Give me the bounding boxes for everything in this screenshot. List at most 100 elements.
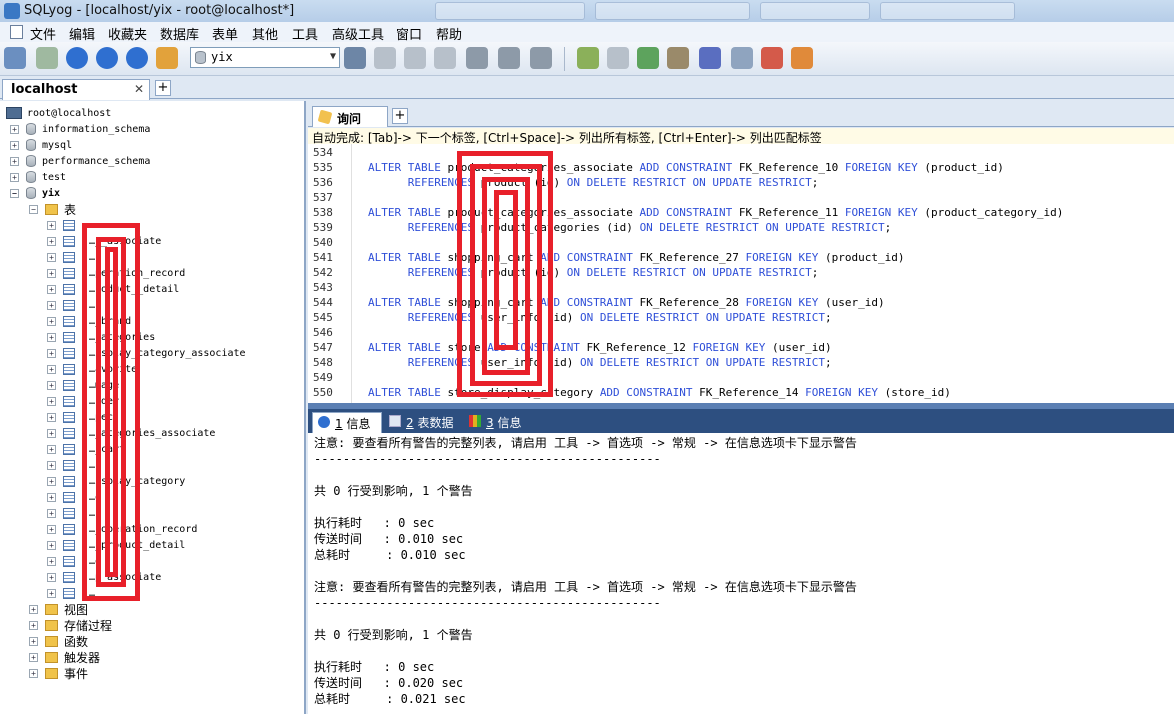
expand-icon[interactable]: + xyxy=(47,316,56,326)
expand-icon[interactable]: + xyxy=(47,460,56,470)
result-icon[interactable] xyxy=(577,47,599,69)
expand-icon[interactable]: + xyxy=(10,140,19,150)
data-sync-icon[interactable] xyxy=(699,47,721,69)
expand-icon[interactable]: + xyxy=(29,620,38,630)
tree-folder-triggers[interactable]: + 触发器 xyxy=(29,649,100,665)
tree-database[interactable]: + information_schema xyxy=(10,121,150,137)
user-manager-icon[interactable] xyxy=(344,47,366,69)
result-line: 总耗时 : 0.010 sec xyxy=(314,548,466,562)
expand-icon[interactable]: + xyxy=(47,508,56,518)
expand-icon[interactable]: + xyxy=(47,524,56,534)
add-connection-tab-button[interactable]: + xyxy=(155,80,171,96)
background-window-tab[interactable] xyxy=(880,2,1015,20)
menu-favorites[interactable]: 收藏夹 xyxy=(108,24,147,43)
new-connection-icon[interactable] xyxy=(4,47,26,69)
expand-icon[interactable]: + xyxy=(47,476,56,486)
expand-icon[interactable]: + xyxy=(47,572,56,582)
table-icon xyxy=(63,587,75,599)
connection-tab-localhost[interactable]: localhost ✕ xyxy=(2,79,150,100)
tree-database[interactable]: + mysql xyxy=(10,137,72,153)
expand-icon[interactable]: + xyxy=(47,396,56,406)
tree-folder-views[interactable]: + 视图 xyxy=(29,601,88,617)
background-window-tab[interactable] xyxy=(760,2,870,20)
create-table-icon[interactable] xyxy=(404,47,426,69)
table-icon xyxy=(63,459,75,471)
expand-icon[interactable]: + xyxy=(29,604,38,614)
menu-table[interactable]: 表单 xyxy=(212,24,238,43)
schema-designer-icon[interactable] xyxy=(761,47,783,69)
tab-query[interactable]: 询问 xyxy=(312,106,388,127)
chevron-down-icon: ▼ xyxy=(329,51,336,62)
tree-folder-functions[interactable]: + 函数 xyxy=(29,633,88,649)
expand-icon[interactable]: + xyxy=(47,252,56,262)
tab-messages-3[interactable]: 3 信息 xyxy=(464,412,528,433)
restore-icon[interactable] xyxy=(466,47,488,69)
background-window-tab[interactable] xyxy=(595,2,750,20)
expand-icon[interactable]: + xyxy=(47,444,56,454)
stop-icon[interactable] xyxy=(126,47,148,69)
expand-icon[interactable]: + xyxy=(47,268,56,278)
execute-all-icon[interactable] xyxy=(96,47,118,69)
collapse-icon[interactable]: − xyxy=(10,188,19,198)
export-icon[interactable] xyxy=(156,47,178,69)
create-database-icon[interactable] xyxy=(374,47,396,69)
collapse-icon[interactable]: − xyxy=(29,204,38,214)
expand-icon[interactable]: + xyxy=(47,236,56,246)
import-icon[interactable] xyxy=(607,47,629,69)
expand-icon[interactable]: + xyxy=(47,332,56,342)
tree-database[interactable]: + test xyxy=(10,169,66,185)
expand-icon[interactable]: + xyxy=(10,172,19,182)
tree-database-yix[interactable]: − yix xyxy=(10,185,60,201)
tree-table-item[interactable]: + …isplay_category_associate xyxy=(47,345,246,361)
grid-icon[interactable] xyxy=(498,47,520,69)
expand-icon[interactable]: + xyxy=(29,668,38,678)
job-agent-icon[interactable] xyxy=(791,47,813,69)
expand-icon[interactable]: + xyxy=(47,220,56,230)
menu-tools[interactable]: 工具 xyxy=(292,24,318,43)
add-query-tab-button[interactable]: + xyxy=(392,108,408,124)
menu-window[interactable]: 窗口 xyxy=(396,24,422,43)
expand-icon[interactable]: + xyxy=(29,636,38,646)
menu-help[interactable]: 帮助 xyxy=(436,24,462,43)
expand-icon[interactable]: + xyxy=(10,124,19,134)
expand-icon[interactable]: + xyxy=(47,380,56,390)
expand-icon[interactable]: + xyxy=(47,492,56,502)
tree-folder-tables[interactable]: − 表 xyxy=(29,201,76,217)
expand-icon[interactable]: + xyxy=(47,284,56,294)
sql-editor[interactable]: 534 535 ALTER TABLE product_categories_ass… xyxy=(308,144,1174,403)
tab-messages-1[interactable]: 1 信息 xyxy=(312,412,382,433)
copy-database-icon[interactable] xyxy=(637,47,659,69)
expand-icon[interactable]: + xyxy=(47,300,56,310)
tab-table-data[interactable]: 2 表数据 xyxy=(384,412,462,433)
background-window-tab[interactable] xyxy=(435,2,585,20)
menu-bar: 文件 编辑 收藏夹 数据库 表单 其他 工具 高级工具 窗口 帮助 xyxy=(0,22,1174,43)
menu-file[interactable]: 文件 xyxy=(30,24,56,43)
tree-folder-events[interactable]: + 事件 xyxy=(29,665,88,681)
menu-advanced-tools[interactable]: 高级工具 xyxy=(332,24,384,43)
expand-icon[interactable]: + xyxy=(47,428,56,438)
execute-query-icon[interactable] xyxy=(66,47,88,69)
expand-icon[interactable]: + xyxy=(47,540,56,550)
table-data-icon[interactable] xyxy=(530,47,552,69)
expand-icon[interactable]: + xyxy=(47,556,56,566)
results-pane[interactable]: 注意: 要查看所有警告的完整列表, 请启用 工具 -> 首选项 -> 常规 ->… xyxy=(308,433,1174,714)
refresh-icon[interactable] xyxy=(36,47,58,69)
menu-database[interactable]: 数据库 xyxy=(160,24,199,43)
menu-edit[interactable]: 编辑 xyxy=(69,24,95,43)
expand-icon[interactable]: + xyxy=(47,588,56,598)
tree-database[interactable]: + performance_schema xyxy=(10,153,150,169)
expand-icon[interactable]: + xyxy=(29,652,38,662)
schema-sync-icon[interactable] xyxy=(667,47,689,69)
close-icon[interactable]: ✕ xyxy=(134,82,144,96)
expand-icon[interactable]: + xyxy=(47,364,56,374)
expand-icon[interactable]: + xyxy=(10,156,19,166)
menu-other[interactable]: 其他 xyxy=(252,24,278,43)
backup-icon[interactable] xyxy=(434,47,456,69)
result-line: 注意: 要查看所有警告的完整列表, 请启用 工具 -> 首选项 -> 常规 ->… xyxy=(314,580,857,594)
tree-folder-procedures[interactable]: + 存储过程 xyxy=(29,617,112,633)
query-builder-icon[interactable] xyxy=(731,47,753,69)
expand-icon[interactable]: + xyxy=(47,348,56,358)
expand-icon[interactable]: + xyxy=(47,412,56,422)
tree-root[interactable]: root@localhost xyxy=(6,105,111,121)
database-select[interactable]: yix ▼ xyxy=(190,47,340,68)
